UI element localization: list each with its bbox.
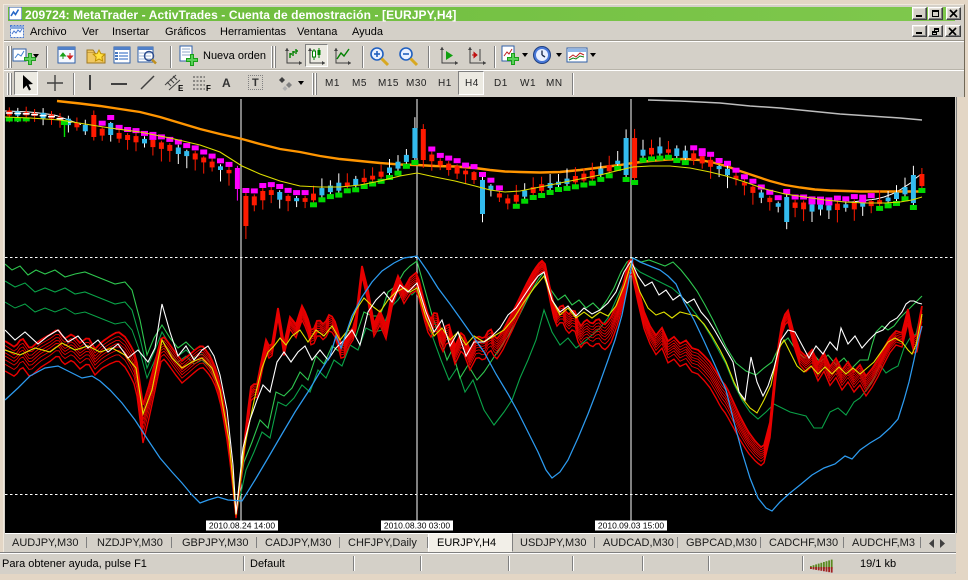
svg-text:E: E bbox=[178, 84, 184, 93]
svg-text:2010.08.30 03:00: 2010.08.30 03:00 bbox=[384, 521, 450, 531]
svg-text:2010.09.03 15:00: 2010.09.03 15:00 bbox=[598, 521, 664, 531]
svg-text:2010.08.24 14:00: 2010.08.24 14:00 bbox=[209, 521, 275, 531]
svg-text:F: F bbox=[206, 84, 211, 93]
